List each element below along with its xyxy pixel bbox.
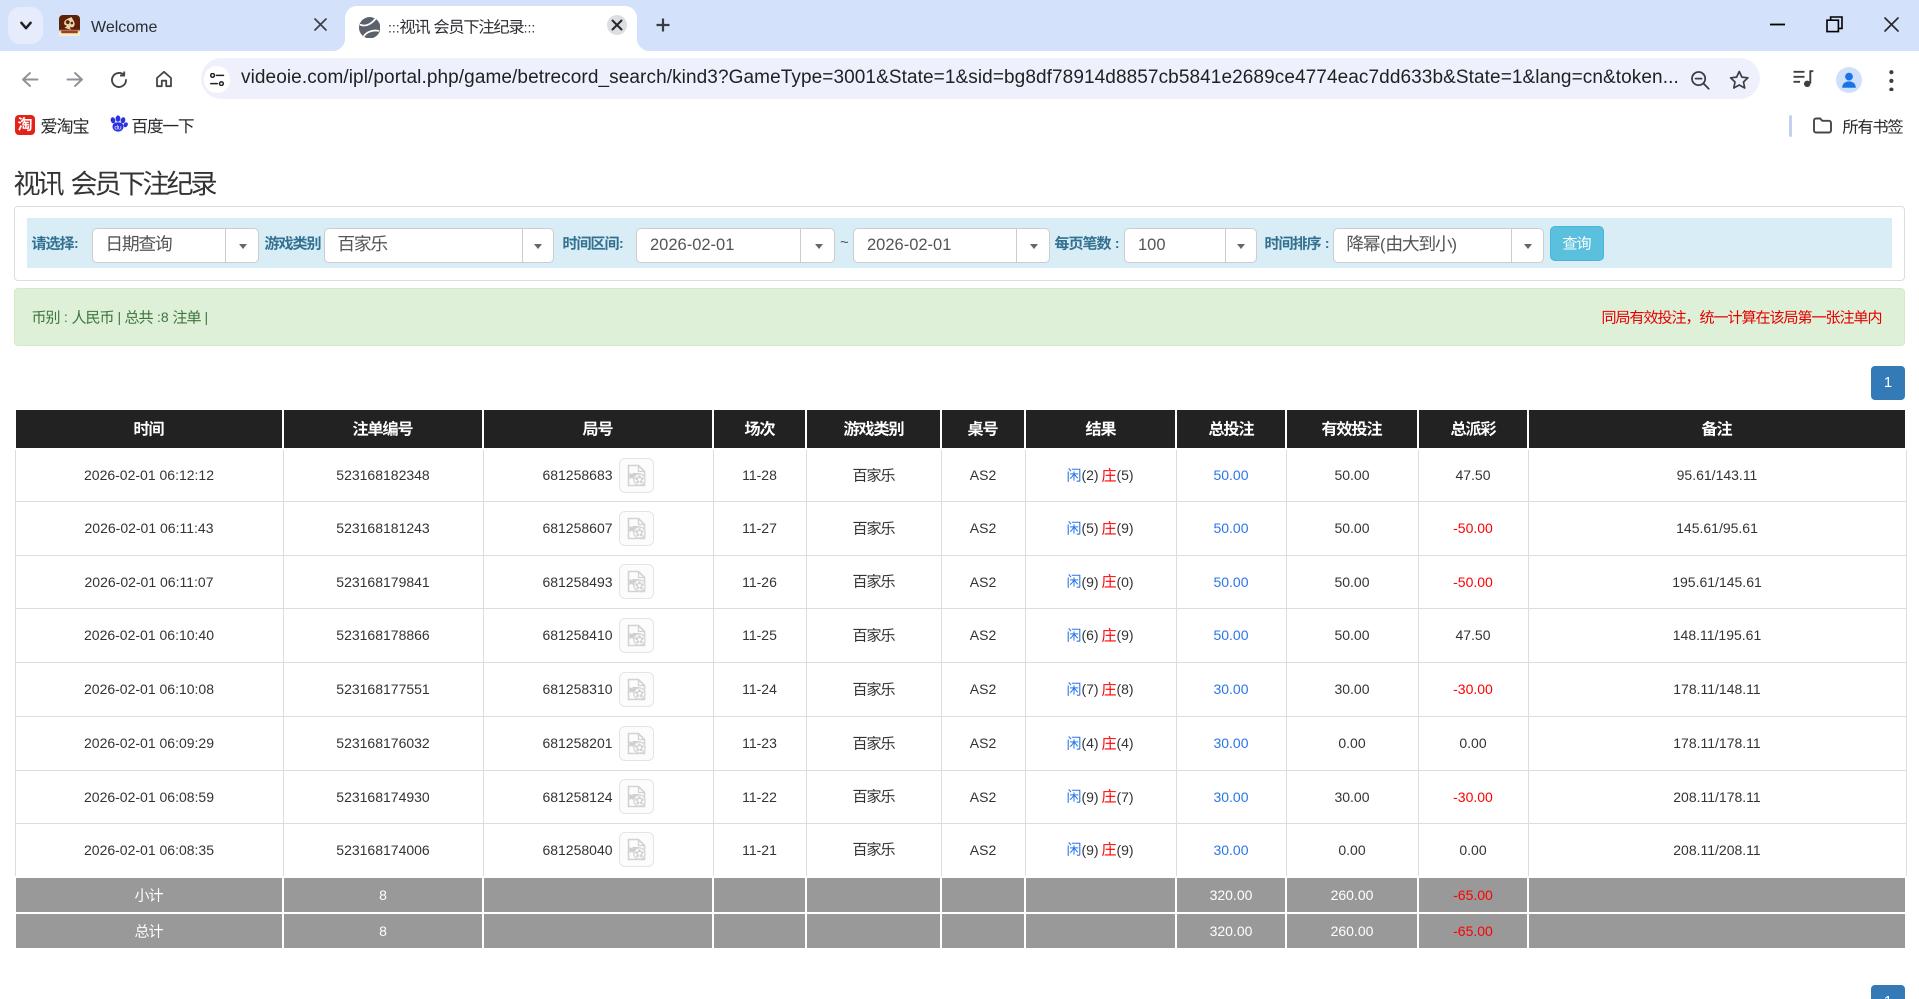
svg-text:du: du (114, 124, 122, 131)
